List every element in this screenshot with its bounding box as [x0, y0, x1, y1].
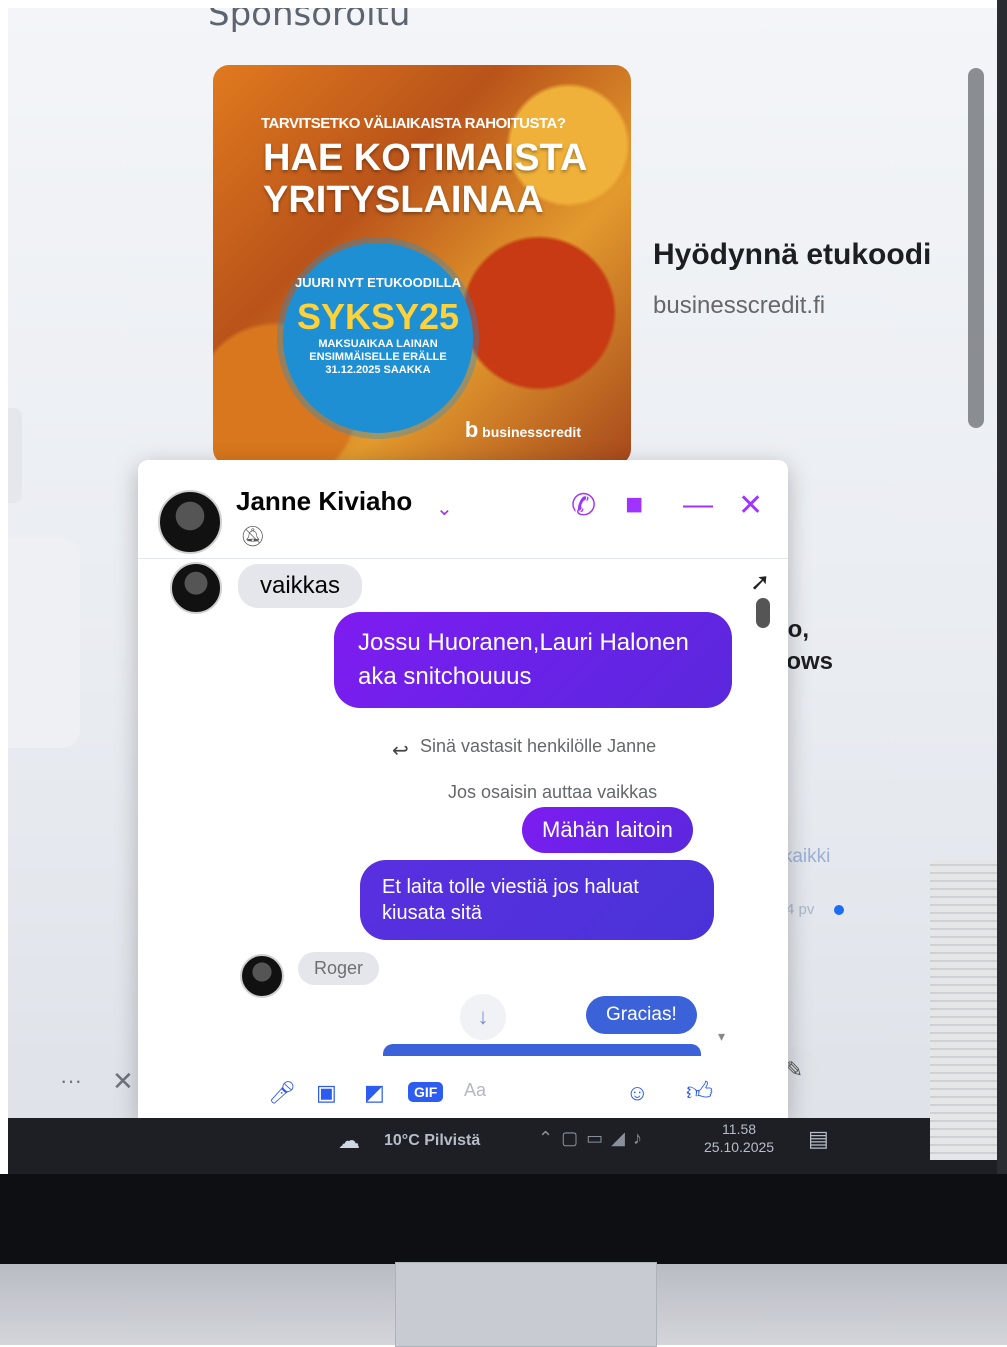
left-panel-card: [8, 538, 80, 748]
reply-icon: ↩: [392, 740, 409, 762]
unread-dot: [834, 905, 844, 915]
laptop-frame-edge: [997, 0, 1007, 1264]
sender-avatar: [170, 562, 222, 614]
video-call-icon[interactable]: ■: [625, 488, 643, 522]
minimize-icon[interactable]: —: [683, 488, 713, 522]
chat-scrollbar[interactable]: [756, 598, 770, 628]
ad-promo-badge: JUURI NYT ETUKOODILLA SYKSY25 MAKSUAIKAA…: [283, 243, 473, 433]
ad-domain-link[interactable]: businesscredit.fi: [653, 292, 825, 320]
close-icon[interactable]: ✕: [112, 1066, 134, 1097]
ad-badge-line1: JUURI NYT ETUKOODILLA: [294, 275, 462, 290]
browser-viewport: Sponsoroitu TARVITSETKO VÄLIAIKAISTA RAH…: [8, 8, 1000, 1118]
more-options-icon[interactable]: ···: [60, 1068, 82, 1094]
chevron-down-icon[interactable]: ⌄: [436, 496, 453, 521]
muted-bell-icon: 🔕︎: [240, 526, 266, 548]
notification-time: 4 pv: [786, 901, 815, 918]
laptop-touchpad: [395, 1262, 657, 1347]
gif-icon[interactable]: GIF: [408, 1082, 444, 1102]
notification-center-icon[interactable]: ▤: [808, 1126, 829, 1152]
background-desk: [930, 860, 1007, 1160]
phone-icon[interactable]: ✆: [571, 488, 596, 523]
emoji-icon[interactable]: ☺: [626, 1080, 648, 1106]
sponsored-ad-image[interactable]: TARVITSETKO VÄLIAIKAISTA RAHOITUSTA? HAE…: [213, 65, 631, 465]
incoming-message[interactable]: Roger: [298, 952, 380, 985]
page-scrollbar[interactable]: [968, 68, 984, 428]
thumbs-up-icon[interactable]: 👍︎: [686, 1076, 713, 1107]
chat-header: Janne Kiviaho ⌄ 🔕︎ ✆ ■ — ✕: [138, 460, 788, 559]
weather-cloud-icon[interactable]: ☁: [338, 1128, 360, 1154]
outgoing-message[interactable]: Et laita tolle viestiä jos haluat kiusat…: [360, 860, 714, 940]
mouse-cursor-icon: ➚: [750, 569, 771, 596]
ad-badge-line2: MAKSUAIKAA LAINAN ENSIMMÄISELLE ERÄLLE 3…: [309, 338, 447, 376]
ad-promo-title[interactable]: Hyödynnä etukoodi: [653, 238, 931, 272]
ad-brand-logo: b businesscredit: [464, 417, 581, 442]
outgoing-message[interactable]: Jossu Huoranen,Lauri Halonen aka snitcho…: [334, 612, 732, 708]
message-list[interactable]: vaikkas ➚ Jossu Huoranen,Lauri Halonen a…: [138, 560, 788, 1070]
microphone-icon[interactable]: 🎤︎: [268, 1080, 296, 1106]
message-input[interactable]: Aa: [464, 1080, 486, 1101]
windows-taskbar: ☁ 10°C Pilvistä ⌃▢▭◢♪ 11.58 25.10.2025 ▤: [8, 1118, 1000, 1174]
ad-promo-code: SYKSY25: [296, 296, 460, 337]
photo-icon[interactable]: ▣: [316, 1080, 337, 1106]
system-tray-icons[interactable]: ⌃▢▭◢♪: [538, 1128, 650, 1149]
clock-date: 25.10.2025: [704, 1139, 775, 1155]
incoming-message[interactable]: vaikkas: [238, 564, 363, 608]
scroll-to-bottom-icon[interactable]: ↓: [460, 994, 506, 1040]
messenger-chat-window: Janne Kiviaho ⌄ 🔕︎ ✆ ■ — ✕ vaikkas ➚ Jos…: [138, 460, 788, 1118]
contact-avatar[interactable]: [158, 490, 222, 554]
weather-text[interactable]: 10°C Pilvistä: [384, 1132, 480, 1150]
contact-name[interactable]: Janne Kiviaho: [236, 486, 412, 517]
scroll-down-arrow-icon[interactable]: ▾: [718, 1028, 725, 1045]
left-panel-card: [8, 408, 22, 503]
sticker-icon[interactable]: ◩: [364, 1080, 385, 1106]
taskbar-clock[interactable]: 11.58 25.10.2025: [704, 1120, 774, 1156]
outgoing-message[interactable]: Gracias!: [586, 996, 697, 1034]
ad-brand-name: businesscredit: [482, 424, 581, 440]
sender-avatar: [240, 954, 284, 998]
reply-notice: Sinä vastasit henkilölle Janne: [420, 736, 657, 756]
outgoing-message[interactable]: Mähän laitoin: [522, 807, 693, 853]
ad-headline: HAE KOTIMAISTA YRITYSLAINAA: [263, 137, 586, 221]
message-composer: 🎤︎ ▣ ◩ GIF Aa ☺ 👍︎: [138, 1066, 788, 1118]
ad-kicker-text: TARVITSETKO VÄLIAIKAISTA RAHOITUSTA?: [261, 115, 566, 132]
clock-time: 11.58: [722, 1121, 757, 1137]
quoted-message[interactable]: Jos osaisin auttaa vaikkas: [448, 782, 657, 803]
close-chat-icon[interactable]: ✕: [738, 488, 763, 523]
sponsored-heading: Sponsoroitu: [208, 8, 411, 34]
outgoing-message-partial: [383, 1044, 701, 1056]
laptop-bezel: [0, 1174, 1007, 1264]
